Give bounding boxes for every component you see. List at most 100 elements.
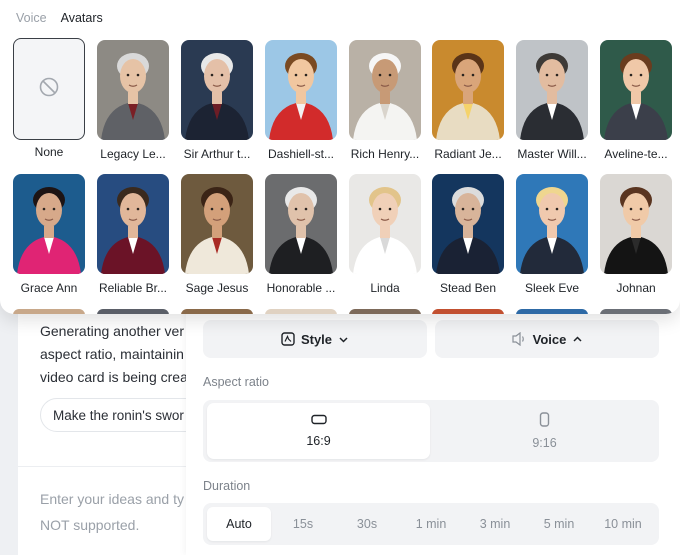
avatar-option[interactable]: Linda <box>349 174 421 295</box>
avatar-portrait <box>265 174 337 274</box>
avatar-option[interactable]: Honorable ... <box>265 174 337 295</box>
duration-option[interactable]: 15s <box>271 507 335 541</box>
avatar-option[interactable]: Aveline-te... <box>600 40 672 161</box>
avatar-thumbnail <box>516 40 588 140</box>
avatar-thumbnail <box>265 174 337 274</box>
aspect-ratio-selector: 16:9 9:16 <box>203 400 659 462</box>
avatar-portrait <box>349 40 421 140</box>
style-label: Style <box>300 331 333 347</box>
avatar-thumbnail <box>600 40 672 140</box>
avatar-thumbnail-partial[interactable] <box>432 309 504 314</box>
avatar-option[interactable]: Johnan <box>600 174 672 295</box>
avatar-name: Radiant Je... <box>434 147 502 161</box>
style-icon <box>281 332 295 346</box>
avatar-thumbnail-partial[interactable] <box>13 309 85 314</box>
duration-option[interactable]: 1 min <box>399 507 463 541</box>
avatar-option[interactable]: Stead Ben <box>432 174 504 295</box>
chevron-up-icon <box>572 334 583 345</box>
avatar-thumbnail <box>181 40 253 140</box>
avatar-portrait <box>516 40 588 140</box>
tab-avatars[interactable]: Avatars <box>61 11 103 25</box>
tab-voice[interactable]: Voice <box>16 11 47 25</box>
avatar-name: Sir Arthur t... <box>183 147 251 161</box>
avatar-thumbnail-partial[interactable] <box>97 309 169 314</box>
duration-selector: Auto 15s 30s 1 min 3 min 5 min 10 min <box>203 503 659 545</box>
aspect-option-16-9[interactable]: 16:9 <box>207 403 430 459</box>
avatar-option[interactable]: Radiant Je... <box>432 40 504 161</box>
avatar-option[interactable]: Rich Henry... <box>349 40 421 161</box>
avatar-thumbnail <box>349 174 421 274</box>
avatar-option[interactable]: Dashiell-st... <box>265 40 337 161</box>
avatar-name: Reliable Br... <box>98 281 168 295</box>
avatar-thumbnail <box>432 174 504 274</box>
avatar-portrait <box>13 174 85 274</box>
avatar-option[interactable]: Reliable Br... <box>97 174 169 295</box>
aspect-ratio-label: Aspect ratio <box>203 375 270 389</box>
picker-tabs: Voice Avatars <box>16 11 103 25</box>
avatar-portrait <box>181 40 253 140</box>
avatar-name: Linda <box>370 281 400 295</box>
avatar-thumbnail-partial[interactable] <box>516 309 588 314</box>
style-button[interactable]: Style <box>203 320 427 358</box>
avatar-thumbnail <box>181 174 253 274</box>
avatar-name: Aveline-te... <box>604 147 668 161</box>
avatar-picker-popover: Voice Avatars None Legacy Le... Sir Arthu… <box>0 0 680 314</box>
avatar-name: Sage Jesus <box>185 281 249 295</box>
aspect-option-label: 9:16 <box>532 436 557 450</box>
avatar-portrait <box>181 174 253 274</box>
aspect-option-9-16[interactable]: 9:16 <box>433 403 656 459</box>
avatar-option[interactable]: Legacy Le... <box>97 40 169 161</box>
avatar-thumbnail <box>97 174 169 274</box>
avatar-name: Grace Ann <box>20 281 78 295</box>
avatar-name: Johnan <box>616 281 656 295</box>
duration-option[interactable]: 3 min <box>463 507 527 541</box>
prohibited-icon <box>38 76 60 103</box>
avatar-name: Sleek Eve <box>524 281 580 295</box>
avatar-thumbnail-partial[interactable] <box>265 309 337 314</box>
aspect-option-label: 16:9 <box>306 434 331 448</box>
voice-icon <box>511 332 527 346</box>
avatar-name: Rich Henry... <box>350 147 420 161</box>
duration-option[interactable]: 30s <box>335 507 399 541</box>
avatar-name: Legacy Le... <box>100 147 166 161</box>
avatar-thumbnail <box>97 40 169 140</box>
voice-label: Voice <box>532 331 567 347</box>
duration-label: Duration <box>203 479 251 493</box>
chevron-down-icon <box>338 334 349 345</box>
avatar-name: None <box>34 145 64 159</box>
portrait-icon <box>539 412 550 430</box>
avatar-portrait <box>516 174 588 274</box>
landscape-icon <box>310 414 327 428</box>
none-thumb <box>13 38 85 140</box>
avatar-option[interactable]: Grace Ann <box>13 174 85 295</box>
avatar-portrait <box>600 174 672 274</box>
avatar-thumbnail <box>349 40 421 140</box>
duration-option[interactable]: Auto <box>207 507 271 541</box>
avatar-portrait <box>600 40 672 140</box>
avatar-portrait <box>97 40 169 140</box>
avatar-portrait <box>349 174 421 274</box>
avatar-thumbnail-partial[interactable] <box>600 309 672 314</box>
avatar-thumbnail <box>13 174 85 274</box>
duration-option[interactable]: 10 min <box>591 507 655 541</box>
avatar-option[interactable]: Sleek Eve <box>516 174 588 295</box>
avatar-option[interactable]: Sir Arthur t... <box>181 40 253 161</box>
avatar-thumbnail <box>432 40 504 140</box>
avatar-name: Master Will... <box>517 147 587 161</box>
duration-option[interactable]: 5 min <box>527 507 591 541</box>
avatar-portrait <box>432 174 504 274</box>
voice-button[interactable]: Voice <box>435 320 659 358</box>
avatar-name: Honorable ... <box>266 281 336 295</box>
avatar-thumbnail <box>600 174 672 274</box>
video-settings-panel: Style Voice Aspect ratio 16:9 9:16 Durat… <box>186 300 680 555</box>
avatar-thumbnail <box>265 40 337 140</box>
avatar-option[interactable]: Sage Jesus <box>181 174 253 295</box>
avatar-option-none[interactable]: None <box>13 38 85 159</box>
avatar-thumbnail-partial[interactable] <box>349 309 421 314</box>
avatar-thumbnail-partial[interactable] <box>181 309 253 314</box>
avatar-portrait <box>265 40 337 140</box>
avatar-name: Stead Ben <box>439 281 497 295</box>
avatar-option[interactable]: Master Will... <box>516 40 588 161</box>
avatar-name: Dashiell-st... <box>267 147 335 161</box>
avatar-portrait <box>432 40 504 140</box>
